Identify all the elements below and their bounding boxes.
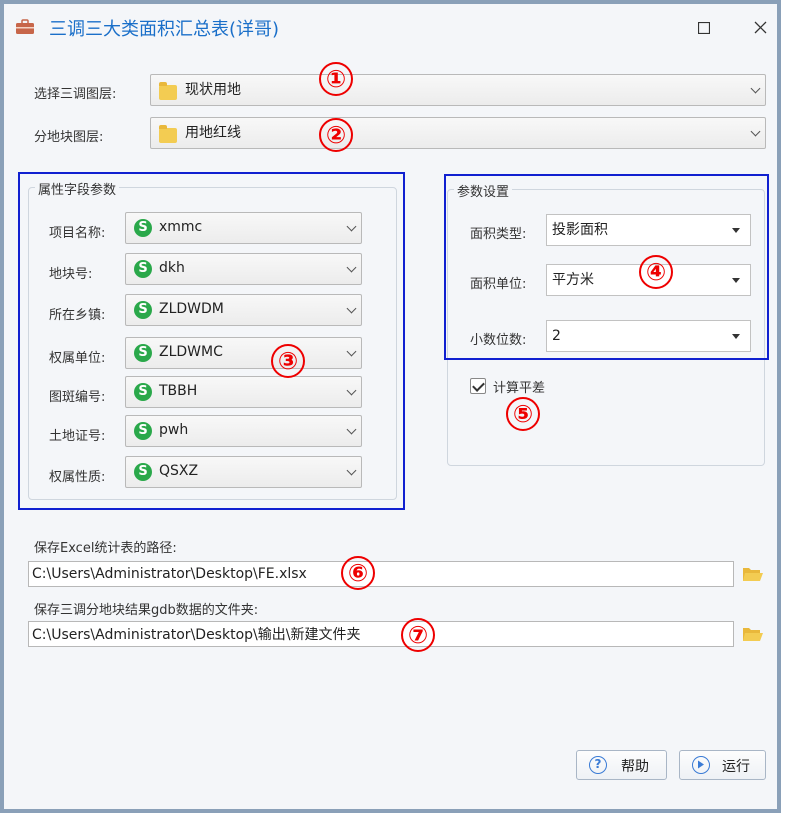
- attr-field-select[interactable]: S TBBH: [125, 376, 362, 408]
- run-button[interactable]: 运行: [679, 750, 766, 780]
- chevron-down-icon: [346, 465, 357, 476]
- layer-select[interactable]: 现状用地: [150, 74, 766, 106]
- help-button-label: 帮助: [621, 759, 649, 775]
- attr-field-label: 所在乡镇:: [49, 308, 106, 323]
- attr-field-select[interactable]: S ZLDWMC: [125, 337, 362, 369]
- string-field-icon: S: [134, 383, 152, 401]
- chevron-down-icon: [346, 385, 357, 396]
- close-icon: [754, 21, 766, 34]
- chevron-down-icon: [346, 221, 357, 232]
- annotation-marker-1: ①: [319, 62, 353, 96]
- chevron-down-icon: [346, 424, 357, 435]
- folder-open-icon[interactable]: [742, 565, 764, 583]
- chevron-down-icon: [346, 346, 357, 357]
- layer-label: 选择三调图层:: [34, 87, 117, 102]
- folder-icon: [159, 125, 177, 143]
- excel-path-input[interactable]: [28, 561, 734, 587]
- help-button[interactable]: ? 帮助: [576, 750, 667, 780]
- play-icon: [692, 756, 710, 774]
- title-bar: 三调三大类面积汇总表(详哥): [7, 7, 777, 51]
- area-type-value: 投影面积: [552, 222, 608, 238]
- dialog-body: 三调三大类面积汇总表(详哥) 选择三调图层: 现状用地 分地块图层: 用地红线 …: [7, 7, 777, 809]
- attr-field-select[interactable]: Sdkh: [125, 253, 362, 285]
- attr-field-label: 权属性质:: [49, 470, 106, 485]
- annotation-marker-3: ③: [271, 344, 305, 378]
- layer-select-value: 现状用地: [185, 82, 241, 98]
- chevron-down-icon: [750, 83, 761, 94]
- attr-field-label: 权属单位:: [49, 351, 106, 366]
- decimals-value: 2: [552, 328, 561, 344]
- attr-field-label: 土地证号:: [49, 429, 106, 444]
- dropdown-arrow-icon: [732, 228, 740, 233]
- annotation-marker-2: ②: [319, 118, 353, 152]
- maximize-button[interactable]: [689, 15, 719, 41]
- folder-icon: [159, 82, 177, 100]
- decimals-select[interactable]: 2: [546, 320, 751, 352]
- attr-field-select[interactable]: Sxmmc: [125, 212, 362, 244]
- string-field-icon: S: [134, 301, 152, 319]
- toolbox-icon: [16, 19, 34, 34]
- annotation-marker-5: ⑤: [506, 397, 540, 431]
- balance-label: 计算平差: [493, 381, 546, 396]
- string-field-icon: S: [134, 219, 152, 237]
- folder-open-icon[interactable]: [742, 625, 764, 643]
- string-field-icon: S: [134, 260, 152, 278]
- string-field-icon: S: [134, 422, 152, 440]
- excel-path-label: 保存Excel统计表的路径:: [34, 541, 177, 556]
- attr-field-label: 图斑编号:: [49, 390, 106, 405]
- attr-field-select[interactable]: S QSXZ: [125, 456, 362, 488]
- attr-field-value: xmmc: [159, 219, 203, 235]
- annotation-marker-6: ⑥: [341, 556, 375, 590]
- dropdown-arrow-icon: [732, 278, 740, 283]
- parcel-layer-label: 分地块图层:: [34, 130, 104, 145]
- chevron-down-icon: [346, 303, 357, 314]
- balance-checkbox[interactable]: [470, 378, 486, 394]
- attr-field-select[interactable]: Spwh: [125, 415, 362, 447]
- string-field-icon: S: [134, 344, 152, 362]
- parcel-layer-value: 用地红线: [185, 125, 241, 141]
- chevron-down-icon: [346, 262, 357, 273]
- attr-field-label: 地块号:: [49, 267, 93, 282]
- area-unit-label: 面积单位:: [470, 277, 527, 292]
- run-button-label: 运行: [722, 759, 750, 775]
- maximize-icon: [697, 21, 711, 35]
- parcel-layer-select[interactable]: 用地红线: [150, 117, 766, 149]
- chevron-down-icon: [750, 126, 761, 137]
- attr-field-value: dkh: [159, 260, 185, 276]
- checkmark-icon: [472, 379, 485, 392]
- dropdown-arrow-icon: [732, 334, 740, 339]
- attr-field-value: TBBH: [159, 383, 198, 399]
- area-type-select[interactable]: 投影面积: [546, 214, 751, 246]
- close-button[interactable]: [745, 15, 775, 41]
- string-field-icon: S: [134, 463, 152, 481]
- dialog-window: 三调三大类面积汇总表(详哥) 选择三调图层: 现状用地 分地块图层: 用地红线 …: [0, 0, 781, 813]
- attr-field-value: QSXZ: [159, 463, 199, 479]
- annotation-marker-4: ④: [639, 255, 673, 289]
- window-title: 三调三大类面积汇总表(详哥): [49, 19, 280, 40]
- decimals-label: 小数位数:: [470, 333, 527, 348]
- attr-field-value: pwh: [159, 422, 189, 438]
- area-unit-value: 平方米: [552, 272, 594, 288]
- annotation-marker-7: ⑦: [401, 618, 435, 652]
- gdb-folder-label: 保存三调分地块结果gdb数据的文件夹:: [34, 603, 259, 618]
- attr-field-value: ZLDWDM: [159, 301, 224, 317]
- attr-field-value: ZLDWMC: [159, 344, 223, 360]
- gdb-folder-input[interactable]: [28, 621, 734, 647]
- attr-field-select[interactable]: S ZLDWDM: [125, 294, 362, 326]
- help-icon: ?: [589, 756, 607, 774]
- attr-field-label: 项目名称:: [49, 226, 106, 241]
- area-type-label: 面积类型:: [470, 227, 527, 242]
